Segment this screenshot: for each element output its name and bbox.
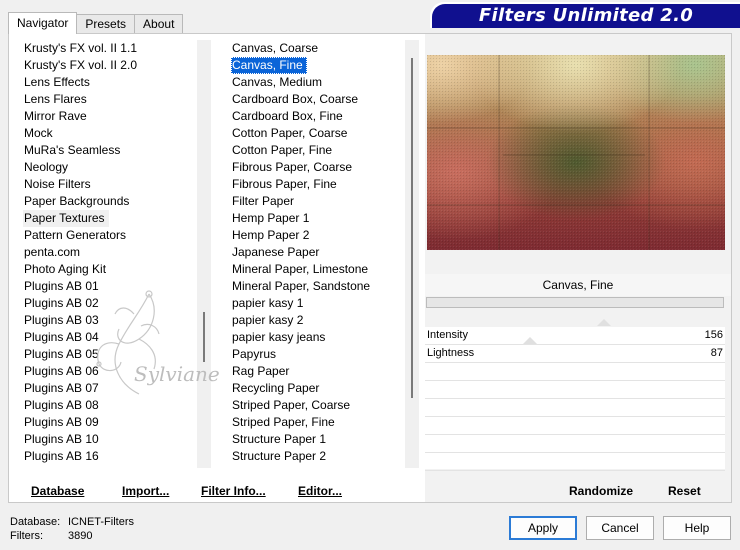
progress-bar xyxy=(426,297,724,308)
filter-item[interactable]: papier kasy 2 xyxy=(231,312,407,329)
filter-item[interactable]: Structure Paper 2 xyxy=(231,448,407,465)
parameter-list: Intensity 156 Lightness 87 xyxy=(425,327,725,471)
filter-item[interactable]: Structure Paper 1 xyxy=(231,431,407,448)
param-empty xyxy=(425,381,725,399)
filter-item[interactable]: Canvas, Coarse xyxy=(231,40,407,57)
status-database-label: Database: xyxy=(10,516,61,528)
selected-filter-label: Canvas, Fine xyxy=(425,274,731,296)
filter-item[interactable]: Papyrus xyxy=(231,346,407,363)
param-intensity[interactable]: Intensity 156 xyxy=(425,327,725,345)
status-database: Database: ICNET-Filters xyxy=(10,516,134,528)
filter-item[interactable]: Striped Paper, Fine xyxy=(231,414,407,431)
category-item[interactable]: Neology xyxy=(23,159,203,176)
filter-item[interactable]: Fibrous Paper, Fine xyxy=(231,176,407,193)
filter-item[interactable]: Mineral Paper, Sandstone xyxy=(231,278,407,295)
editor-button[interactable]: Editor... xyxy=(298,481,342,501)
filter-item[interactable]: Mineral Paper, Limestone xyxy=(231,261,407,278)
tab-navigator[interactable]: Navigator xyxy=(8,12,78,34)
filter-item[interactable]: Recycling Paper xyxy=(231,380,407,397)
category-item[interactable]: Plugins AB 10 xyxy=(23,431,203,448)
param-name: Intensity xyxy=(427,329,468,341)
category-item[interactable]: Mock xyxy=(23,125,203,142)
filter-item[interactable]: Cotton Paper, Coarse xyxy=(231,125,407,142)
filter-scrollbar[interactable] xyxy=(405,40,419,468)
status-filters: Filters: 3890 xyxy=(10,530,92,542)
filter-item[interactable]: Rag Paper xyxy=(231,363,407,380)
param-name: Lightness xyxy=(427,347,475,359)
cancel-button[interactable]: Cancel xyxy=(586,516,654,540)
category-item[interactable]: Lens Effects xyxy=(23,74,203,91)
status-database-value: ICNET-Filters xyxy=(68,516,134,528)
filter-item[interactable]: Hemp Paper 2 xyxy=(231,227,407,244)
intensity-slider-marker-icon[interactable] xyxy=(597,319,611,326)
app-title: Filters Unlimited 2.0 xyxy=(478,5,694,26)
filter-item[interactable]: Fibrous Paper, Coarse xyxy=(231,159,407,176)
param-lightness[interactable]: Lightness 87 xyxy=(425,345,725,363)
filter-item[interactable]: Canvas, Fine xyxy=(231,57,307,74)
category-item[interactable]: Noise Filters xyxy=(23,176,203,193)
filter-item[interactable]: Filter Paper xyxy=(231,193,407,210)
param-empty xyxy=(425,417,725,435)
tab-presets[interactable]: Presets xyxy=(76,14,136,34)
filter-item[interactable]: Japanese Paper xyxy=(231,244,407,261)
param-empty xyxy=(425,453,725,471)
tab-bar: Navigator Presets About xyxy=(8,12,184,34)
title-banner-bg: Filters Unlimited 2.0 xyxy=(432,4,740,28)
preview-image xyxy=(427,55,725,250)
param-value: 156 xyxy=(704,329,723,341)
database-button[interactable]: Database xyxy=(31,481,84,501)
filter-item[interactable]: Cardboard Box, Coarse xyxy=(231,91,407,108)
category-item[interactable]: Mirror Rave xyxy=(23,108,203,125)
filter-item[interactable]: Cotton Paper, Fine xyxy=(231,142,407,159)
watermark-flourish-icon: Sylviane xyxy=(96,290,219,395)
category-item[interactable]: Krusty's FX vol. II 1.1 xyxy=(23,40,203,57)
filter-item[interactable]: Hemp Paper 1 xyxy=(231,210,407,227)
filter-item[interactable]: Striped Paper, Coarse xyxy=(231,397,407,414)
category-item[interactable]: Paper Backgrounds xyxy=(23,193,203,210)
help-button[interactable]: Help xyxy=(663,516,731,540)
filter-item[interactable]: papier kasy jeans xyxy=(231,329,407,346)
filter-list[interactable]: Canvas, Coarse Canvas, Fine Canvas, Medium… xyxy=(231,40,407,466)
status-filters-value: 3890 xyxy=(68,530,93,542)
filter-item[interactable]: Cardboard Box, Fine xyxy=(231,108,407,125)
param-value: 87 xyxy=(710,347,723,359)
navigator-panel: Krusty's FX vol. II 1.1 Krusty's FX vol. … xyxy=(8,33,732,503)
apply-button[interactable]: Apply xyxy=(509,516,577,540)
import-button[interactable]: Import... xyxy=(122,481,169,501)
category-item[interactable]: Lens Flares xyxy=(23,91,203,108)
category-item[interactable]: penta.com xyxy=(23,244,203,261)
tab-about[interactable]: About xyxy=(134,14,184,34)
status-filters-label: Filters: xyxy=(10,530,43,542)
lightness-slider-marker-icon[interactable] xyxy=(523,337,537,344)
title-banner: Filters Unlimited 2.0 xyxy=(430,2,740,28)
category-item[interactable]: Pattern Generators xyxy=(23,227,203,244)
filter-info-button[interactable]: Filter Info... xyxy=(201,481,266,501)
category-item[interactable]: Paper Textures xyxy=(23,210,109,227)
param-empty xyxy=(425,435,725,453)
param-empty xyxy=(425,399,725,417)
filter-item[interactable]: Canvas, Medium xyxy=(231,74,407,91)
reset-button[interactable]: Reset xyxy=(668,481,701,501)
watermark-text: Sylviane xyxy=(134,362,219,386)
filter-item[interactable]: papier kasy 1 xyxy=(231,295,407,312)
category-item[interactable]: Krusty's FX vol. II 2.0 xyxy=(23,57,203,74)
category-item[interactable]: Photo Aging Kit xyxy=(23,261,203,278)
category-item[interactable]: Plugins AB 16 xyxy=(23,448,203,465)
param-empty xyxy=(425,363,725,381)
category-item[interactable]: MuRa's Seamless xyxy=(23,142,203,159)
randomize-button[interactable]: Randomize xyxy=(569,481,633,501)
filter-scrollbar-thumb[interactable] xyxy=(411,58,413,398)
